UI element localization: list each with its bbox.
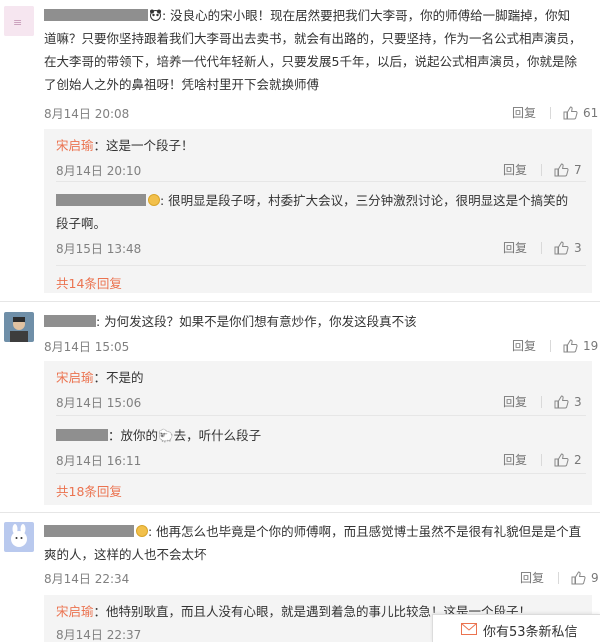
reply-button[interactable]: 回复 — [503, 393, 527, 410]
avatar[interactable] — [4, 522, 34, 552]
divider — [541, 241, 543, 254]
reply-button[interactable]: 回复 — [503, 451, 527, 468]
comment-time: 8月14日 22:34 — [44, 572, 130, 586]
reply-box: 宋启瑜：不是的 8月14日 15:06 回复 3 ：放你的🐑去，听什么段子 8月… — [44, 361, 592, 505]
reply-actions: 回复 2 — [503, 451, 582, 468]
like-button[interactable]: 3 — [554, 241, 582, 255]
thumbs-up-icon — [554, 394, 569, 408]
divider — [56, 473, 586, 474]
divider — [550, 106, 552, 119]
like-button[interactable]: 9 — [571, 571, 599, 585]
divider — [541, 395, 543, 408]
divider — [56, 181, 586, 182]
reply-author[interactable]: 宋启瑜 — [56, 604, 94, 619]
envelope-icon — [461, 623, 477, 635]
reply-button[interactable]: 回复 — [503, 239, 527, 256]
comment-divider — [0, 512, 600, 513]
divider — [541, 163, 543, 176]
reply-button[interactable]: 回复 — [512, 337, 536, 354]
comment-actions: 回复 9 — [520, 569, 599, 586]
reply-button[interactable]: 回复 — [520, 569, 544, 586]
reply-time: 8月14日 16:11 — [56, 454, 142, 468]
avatar[interactable] — [4, 312, 34, 342]
comment-divider — [0, 301, 600, 302]
thumbs-up-icon — [554, 162, 569, 176]
panda-emoji-icon — [150, 9, 161, 21]
username-redacted[interactable] — [44, 525, 134, 537]
username-redacted[interactable] — [44, 315, 96, 327]
divider — [550, 339, 552, 352]
reply-time: 8月14日 15:06 — [56, 396, 142, 410]
reply-box: 宋启瑜：这是一个段子！ 8月14日 20:10 回复 7 : 很明显是段子呀，村… — [44, 129, 592, 293]
reply-actions: 回复 3 — [503, 393, 582, 410]
like-button[interactable]: 61 — [563, 106, 598, 120]
like-count: 2 — [574, 452, 582, 467]
notification-text: 你有53条新私信 — [483, 625, 578, 640]
reply-button[interactable]: 回复 — [512, 104, 536, 121]
like-button[interactable]: 19 — [563, 339, 598, 353]
reply-time: 8月15日 13:48 — [56, 242, 142, 256]
comment-actions: 回复 19 — [512, 337, 598, 354]
like-button[interactable]: 2 — [554, 453, 582, 467]
like-count: 19 — [583, 338, 599, 353]
comment-time: 8月14日 20:08 — [44, 107, 130, 121]
more-replies-link[interactable]: 共18条回复 — [56, 481, 122, 500]
reply-author[interactable]: 宋启瑜 — [56, 138, 94, 153]
reply-button[interactable]: 回复 — [503, 161, 527, 178]
divider — [558, 571, 560, 584]
comment-text: : 没良心的宋小眼！现在居然要把我们大李哥，你的师傅给一脚踹掉，你知 道嘛？只要… — [44, 8, 582, 92]
comment-text: : 他再怎么也毕竟是个你的师傅啊，而且感觉博士虽然不是很有礼貌但是是个直 爽的人… — [44, 524, 582, 562]
comment-text: : 为何发这段？如果不是你们想有意炒作，你发这段真不该 — [44, 310, 592, 333]
reply-text: 宋启瑜：不是的 — [56, 370, 144, 385]
like-count: 7 — [574, 162, 582, 177]
avatar-cartoon-icon — [4, 522, 34, 552]
avatar-placeholder-icon: ≡ — [4, 6, 34, 36]
divider — [56, 415, 586, 416]
like-button[interactable]: 3 — [554, 395, 582, 409]
more-replies-link[interactable]: 共14条回复 — [56, 273, 122, 292]
avatar[interactable]: ≡ — [4, 6, 34, 36]
private-message-notification[interactable]: 你有53条新私信 — [432, 614, 600, 642]
divider — [541, 453, 543, 466]
thumbs-up-icon — [554, 240, 569, 254]
svg-text:≡: ≡ — [13, 16, 22, 29]
comment-time: 8月14日 15:05 — [44, 340, 130, 354]
gold-badge-icon — [148, 194, 160, 206]
gold-badge-icon — [136, 525, 148, 537]
divider — [56, 265, 586, 266]
reply-author[interactable]: 宋启瑜 — [56, 370, 94, 385]
reply-text: ：放你的🐑去，听什么段子 — [56, 424, 586, 447]
like-button[interactable]: 7 — [554, 163, 582, 177]
reply-actions: 回复 7 — [503, 161, 582, 178]
like-count: 3 — [574, 240, 582, 255]
like-count: 3 — [574, 394, 582, 409]
reply-time: 8月14日 22:37 — [56, 628, 142, 642]
thumbs-up-icon — [571, 570, 586, 584]
username-redacted[interactable] — [56, 194, 146, 206]
thumbs-up-icon — [563, 105, 578, 119]
username-redacted[interactable] — [44, 9, 148, 21]
reply-time: 8月14日 20:10 — [56, 164, 142, 178]
reply-text: 宋启瑜：这是一个段子！ — [56, 138, 194, 153]
avatar-photo-icon — [4, 312, 34, 342]
reply-text: : 很明显是段子呀，村委扩大会议，三分钟激烈讨论，很明显这是个搞笑的 段子啊。 — [56, 193, 569, 231]
reply-actions: 回复 3 — [503, 239, 582, 256]
thumbs-up-icon — [554, 452, 569, 466]
comment-actions: 回复 61 — [512, 104, 598, 121]
thumbs-up-icon — [563, 338, 578, 352]
like-count: 9 — [591, 570, 599, 585]
username-redacted[interactable] — [56, 429, 108, 441]
like-count: 61 — [583, 105, 599, 120]
